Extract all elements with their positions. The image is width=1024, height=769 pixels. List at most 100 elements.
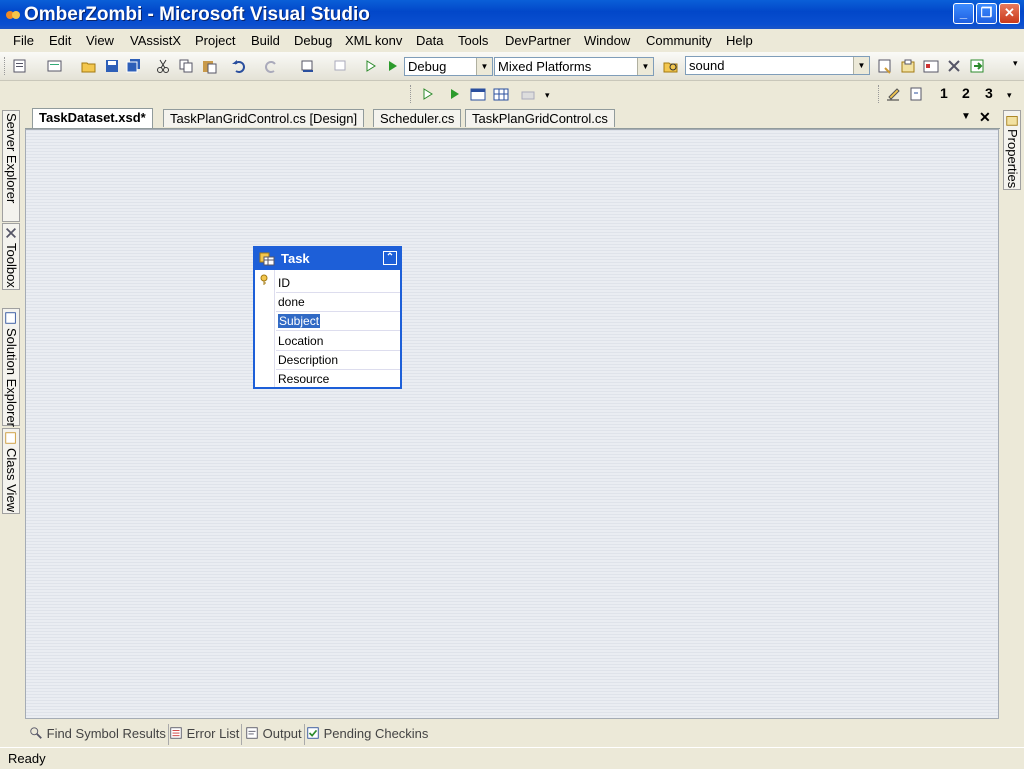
start-without-debugging-icon[interactable] [363, 58, 379, 74]
datatable-header[interactable]: Task ⌃ [255, 248, 400, 270]
bookmark-1[interactable]: 1 [940, 85, 948, 101]
active-files-dropdown-icon[interactable]: ▼ [961, 111, 971, 122]
minimize-button[interactable]: _ [953, 3, 974, 24]
column-location[interactable]: Location [276, 332, 400, 351]
output-tab[interactable]: Output [245, 724, 305, 745]
menu-devpartner[interactable]: DevPartner [505, 33, 571, 48]
menu-file[interactable]: File [13, 33, 34, 48]
find-in-files-icon[interactable] [663, 58, 679, 74]
disabled-tool-icon[interactable] [520, 86, 536, 102]
close-document-icon[interactable]: ✕ [979, 109, 991, 126]
primary-key-icon [260, 274, 268, 285]
menu-debug[interactable]: Debug [294, 33, 332, 48]
find-symbol-results-label: Find Symbol Results [46, 726, 166, 741]
properties-icon [1006, 116, 1018, 126]
solution-explorer-icon[interactable] [877, 58, 893, 74]
edit-icon[interactable] [885, 86, 901, 102]
find-symbol-results-tab[interactable]: Find Symbol Results [29, 724, 169, 745]
navigate-backward-icon[interactable] [300, 58, 316, 74]
toolbar-overflow-icon[interactable]: ▾ [1007, 90, 1012, 101]
save-icon[interactable] [104, 58, 120, 74]
toolbar-overflow-icon[interactable]: ▾ [545, 90, 550, 101]
object-browser-icon[interactable] [923, 58, 939, 74]
menu-view[interactable]: View [86, 33, 114, 48]
menu-build[interactable]: Build [251, 33, 280, 48]
solution-explorer-tab[interactable]: Solution Explorer [2, 308, 20, 427]
find-input[interactable]: sound ▼ [685, 56, 870, 75]
tab-scheduler-cs[interactable]: Scheduler.cs [373, 109, 462, 127]
tab-taskdataset-xsd[interactable]: TaskDataset.xsd* [32, 108, 153, 128]
bookmark-3[interactable]: 3 [985, 85, 993, 101]
open-icon[interactable] [81, 58, 97, 74]
toolbox-tab[interactable]: Toolbox [2, 223, 20, 290]
output-label: Output [262, 726, 302, 741]
copy-icon[interactable] [178, 58, 194, 74]
save-all-icon[interactable] [126, 58, 142, 74]
pending-checkins-icon [307, 727, 319, 739]
grid-icon[interactable] [493, 86, 509, 102]
solution-configuration-select[interactable]: Debug ▼ [404, 57, 493, 76]
chevron-down-icon[interactable]: ▼ [637, 58, 653, 75]
toolbox-icon[interactable] [946, 58, 962, 74]
step-into-icon[interactable] [420, 86, 436, 102]
close-button[interactable]: ✕ [999, 3, 1020, 24]
server-explorer-label: Server Explorer [4, 113, 19, 204]
error-list-tab[interactable]: Error List [169, 724, 243, 745]
status-text: Ready [8, 751, 46, 766]
solution-explorer-label: Solution Explorer [4, 328, 19, 427]
cut-icon[interactable] [155, 58, 171, 74]
menu-data[interactable]: Data [416, 33, 443, 48]
column-id[interactable]: ID [276, 274, 400, 293]
find-input-value: sound [689, 58, 725, 73]
chevron-down-icon[interactable]: ▼ [476, 58, 492, 75]
calendar-icon[interactable] [470, 86, 486, 102]
add-item-icon[interactable] [47, 58, 63, 74]
tab-taskplangridcontrol-cs[interactable]: TaskPlanGridControl.cs [465, 109, 615, 127]
paste-icon[interactable] [201, 58, 217, 74]
solution-platform-select[interactable]: Mixed Platforms ▼ [494, 57, 654, 76]
menu-xml-konv[interactable]: XML konv [345, 33, 402, 48]
properties-tab[interactable]: Properties [1003, 110, 1021, 190]
menu-project[interactable]: Project [195, 33, 235, 48]
redo-icon[interactable] [263, 58, 279, 74]
row-selector-column [255, 270, 275, 387]
column-subject[interactable]: Subject [276, 312, 400, 331]
menu-community[interactable]: Community [646, 33, 712, 48]
menu-window[interactable]: Window [584, 33, 630, 48]
class-view-tab[interactable]: Class View [2, 428, 20, 514]
toolbar-grip[interactable] [410, 85, 414, 103]
column-resource[interactable]: Resource [276, 370, 400, 389]
column-done[interactable]: done [276, 293, 400, 312]
chevron-down-icon[interactable]: ▼ [853, 57, 869, 74]
server-explorer-tab[interactable]: Server Explorer [2, 110, 20, 222]
undo-icon[interactable] [231, 58, 247, 74]
window-title: OmberZombi - Microsoft Visual Studio [24, 4, 370, 25]
datatable-task[interactable]: Task ⌃ ID done Subject Location Descript… [253, 246, 402, 389]
menu-vassistx[interactable]: VAssistX [130, 33, 181, 48]
datatable-name: Task [281, 251, 310, 266]
run-icon[interactable] [447, 86, 463, 102]
tab-taskplangridcontrol-design[interactable]: TaskPlanGridControl.cs [Design] [163, 109, 365, 127]
bookmark-2[interactable]: 2 [962, 85, 970, 101]
toolbar-grip[interactable] [4, 57, 8, 75]
restore-button[interactable]: ❐ [976, 3, 997, 24]
pending-checkins-tab[interactable]: Pending Checkins [306, 724, 430, 745]
dataset-designer-surface[interactable] [25, 129, 999, 719]
start-debugging-icon[interactable] [385, 58, 401, 74]
menu-tools[interactable]: Tools [458, 33, 488, 48]
toolbar-grip[interactable] [878, 85, 882, 103]
collapse-icon[interactable]: ⌃ [383, 251, 397, 265]
toolbar-overflow-icon[interactable]: ▾ [1013, 58, 1018, 69]
title-bar[interactable]: OmberZombi - Microsoft Visual Studio _ ❐… [0, 0, 1024, 29]
column-description[interactable]: Description [276, 351, 400, 370]
properties-window-icon[interactable] [900, 58, 916, 74]
output-icon [246, 727, 258, 739]
new-project-icon[interactable] [12, 58, 28, 74]
navigate-forward-icon[interactable] [333, 58, 349, 74]
menu-help[interactable]: Help [726, 33, 753, 48]
class-view-icon [5, 432, 16, 444]
document-icon[interactable] [908, 86, 924, 102]
menu-edit[interactable]: Edit [49, 33, 71, 48]
solution-platform-value: Mixed Platforms [498, 59, 592, 74]
start-page-icon[interactable] [969, 58, 985, 74]
